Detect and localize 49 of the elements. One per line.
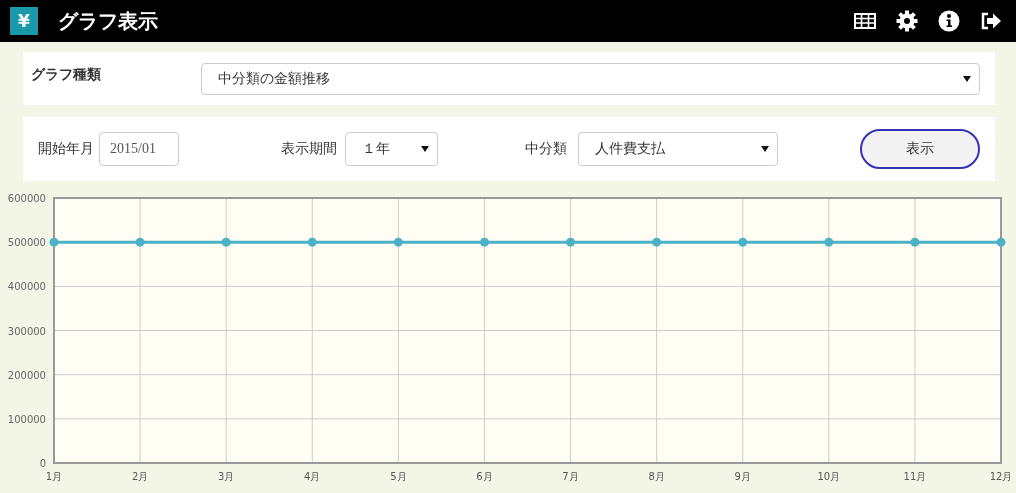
x-tick-label: 3月 — [218, 471, 235, 482]
data-point — [221, 237, 231, 247]
data-point — [135, 237, 145, 247]
info-icon[interactable] — [938, 10, 960, 32]
show-button[interactable]: 表示 — [860, 129, 980, 169]
x-tick-label: 8月 — [648, 471, 665, 482]
x-tick-label: 1月 — [45, 471, 63, 482]
x-tick-label: 5月 — [390, 471, 407, 482]
x-tick-label: 10月 — [817, 471, 841, 482]
data-point — [479, 237, 489, 247]
logout-icon[interactable] — [980, 12, 1002, 30]
data-point — [307, 237, 317, 247]
table-icon[interactable] — [854, 13, 876, 29]
app-logo: ¥ — [10, 7, 38, 35]
period-dropdown[interactable]: １年 — [345, 132, 438, 166]
y-tick-label: 600000 — [7, 193, 46, 204]
x-tick-label: 12月 — [989, 471, 1013, 482]
period-label: 表示期間 — [281, 140, 337, 158]
x-tick-label: 7月 — [562, 471, 579, 482]
data-point — [996, 237, 1006, 247]
caret-icon — [421, 146, 429, 152]
caret-icon — [761, 146, 769, 152]
start-month-field[interactable]: 2015/01 — [99, 132, 179, 166]
y-tick-label: 500000 — [7, 237, 46, 249]
data-point — [652, 237, 662, 247]
x-tick-label: 4月 — [304, 471, 321, 482]
caret-icon — [963, 75, 971, 82]
data-point — [393, 237, 403, 247]
y-tick-label: 400000 — [7, 281, 46, 293]
y-tick-label: 300000 — [7, 325, 46, 337]
page-title: グラフ表示 — [58, 7, 158, 35]
data-point — [824, 237, 834, 247]
x-tick-label: 2月 — [131, 471, 149, 482]
y-tick-label: 100000 — [7, 413, 46, 425]
x-tick-label: 6月 — [476, 471, 493, 482]
x-tick-label: 9月 — [734, 471, 751, 482]
data-point — [49, 237, 59, 247]
x-tick-label: 11月 — [903, 471, 927, 482]
data-point — [738, 237, 748, 247]
graph-type-label: グラフ種類 — [31, 66, 102, 84]
data-point — [910, 237, 920, 247]
y-tick-label: 200000 — [7, 369, 46, 381]
data-point — [566, 237, 576, 247]
category-label: 中分類 — [525, 140, 567, 158]
graph-type-dropdown[interactable]: 中分類の金額推移 — [201, 62, 980, 95]
category-dropdown[interactable]: 人件費支払 — [578, 132, 778, 166]
start-month-label: 開始年月 — [38, 140, 94, 158]
settings-icon[interactable] — [896, 10, 918, 32]
y-tick-label: 0 — [39, 458, 46, 469]
